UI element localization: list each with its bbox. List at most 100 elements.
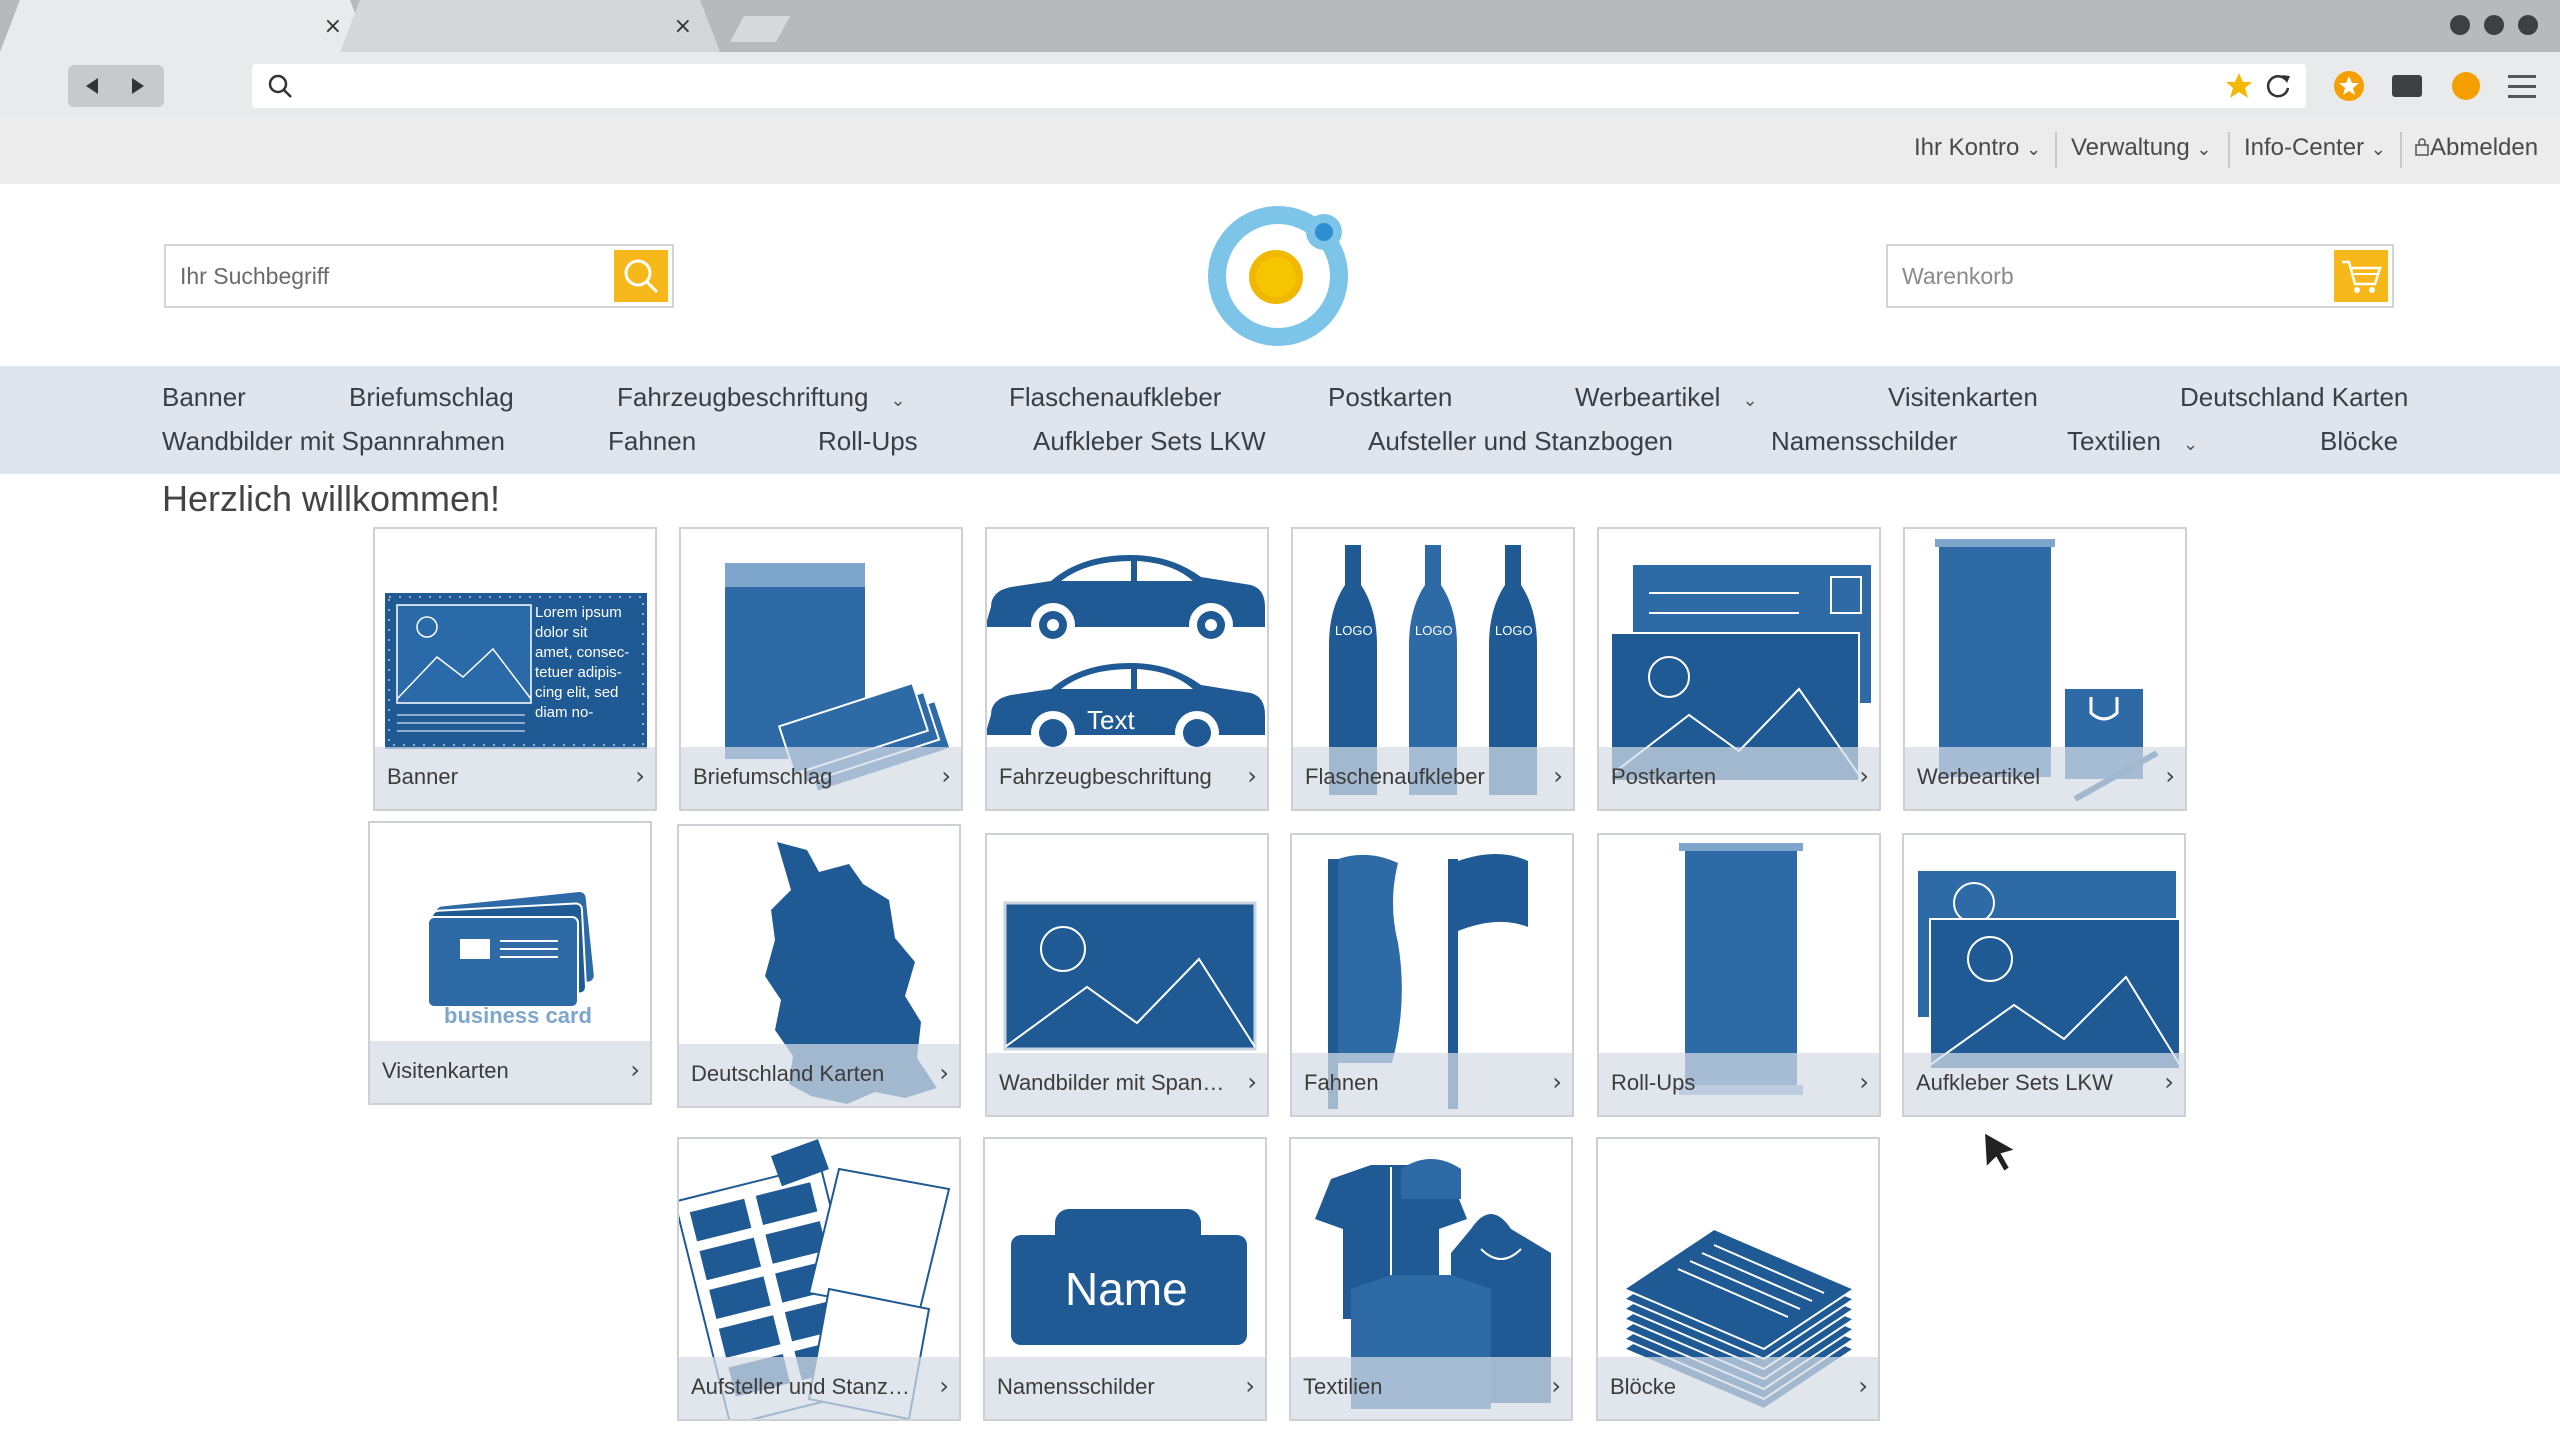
tile-flaschenaufkleber[interactable]: LOGO LOGO LOGO Flaschenaufkleber › xyxy=(1291,527,1575,811)
site-logo[interactable] xyxy=(1200,196,1360,356)
history-nav xyxy=(68,65,164,107)
lock-icon xyxy=(2415,138,2429,156)
svg-text:diam no-: diam no- xyxy=(535,704,593,721)
chevron-right-icon: › xyxy=(1552,1068,1562,1096)
nav-namensschilder[interactable]: Namensschilder xyxy=(1771,426,1957,457)
menu-ihr-kontro[interactable]: Ihr Kontro ⌄ xyxy=(1914,134,2041,162)
menu-icon[interactable] xyxy=(2508,73,2536,99)
nav-aufsteller-stanzbogen[interactable]: Aufsteller und Stanzbogen xyxy=(1368,426,1673,457)
search-button[interactable] xyxy=(614,250,668,302)
chevron-right-icon: › xyxy=(630,1056,640,1084)
tile-briefumschlag[interactable]: Briefumschlag › xyxy=(679,527,963,811)
svg-text:Text: Text xyxy=(1087,705,1135,735)
tile-postkarten[interactable]: Postkarten › xyxy=(1597,527,1881,811)
chevron-right-icon: › xyxy=(939,1059,949,1087)
tile-roll-ups[interactable]: Roll-Ups › xyxy=(1597,833,1881,1117)
tile-caption: Aufsteller und Stanzbogen› xyxy=(679,1357,959,1419)
svg-text:LOGO: LOGO xyxy=(1335,623,1373,638)
cart-field[interactable]: Warenkorb xyxy=(1886,244,2394,308)
tile-wandbilder[interactable]: Wandbilder mit Spannrahmen› xyxy=(985,833,1269,1117)
tile-caption: Banner › xyxy=(375,747,655,809)
tile-caption: Briefumschlag › xyxy=(681,747,961,809)
close-tab-icon[interactable]: × xyxy=(324,14,342,39)
nav-postkarten[interactable]: Postkarten xyxy=(1328,382,1452,413)
browser-tab-1[interactable]: × xyxy=(0,0,370,52)
menu-info-center[interactable]: Info-Center ⌄ xyxy=(2244,134,2386,162)
window-dot-icon[interactable] xyxy=(2484,15,2504,35)
address-bar[interactable] xyxy=(252,64,2306,108)
cart-button[interactable] xyxy=(2334,250,2388,302)
tile-aufkleber-sets-lkw[interactable]: Aufkleber Sets LKW › xyxy=(1902,833,2186,1117)
extension-orange-icon[interactable] xyxy=(2452,72,2480,100)
chevron-right-icon: › xyxy=(1553,762,1563,790)
chevron-right-icon: › xyxy=(1247,1068,1257,1096)
tile-caption: Blöcke › xyxy=(1598,1357,1878,1419)
tile-textilien[interactable]: Textilien › xyxy=(1289,1137,1573,1421)
chevron-right-icon: › xyxy=(1245,1372,1255,1400)
svg-text:tetuer adipis-: tetuer adipis- xyxy=(535,664,622,681)
bookmark-star-icon[interactable] xyxy=(2224,71,2254,101)
nav-wandbilder[interactable]: Wandbilder mit Spannrahmen xyxy=(162,426,505,457)
nav-fahnen[interactable]: Fahnen xyxy=(608,426,696,457)
chevron-right-icon: › xyxy=(635,762,645,790)
window-dot-icon[interactable] xyxy=(2518,15,2538,35)
chevron-right-icon: › xyxy=(1859,1068,1869,1096)
nav-deutschland-karten[interactable]: Deutschland Karten xyxy=(2180,382,2408,413)
chevron-right-icon: › xyxy=(941,762,951,790)
chevron-right-icon: › xyxy=(1859,762,1869,790)
search-input[interactable]: Ihr Suchbegriff xyxy=(164,244,674,308)
tile-fahnen[interactable]: Fahnen › xyxy=(1290,833,1574,1117)
menu-verwaltung[interactable]: Verwaltung ⌄ xyxy=(2071,134,2212,162)
svg-text:Name: Name xyxy=(1065,1263,1188,1315)
nav-banner[interactable]: Banner xyxy=(162,382,246,413)
tile-bloecke[interactable]: Blöcke › xyxy=(1596,1137,1880,1421)
cart-icon xyxy=(2342,260,2382,293)
svg-text:LOGO: LOGO xyxy=(1495,623,1533,638)
search-icon xyxy=(268,74,292,98)
extension-card-icon[interactable] xyxy=(2392,75,2422,97)
tile-caption: Roll-Ups › xyxy=(1599,1053,1879,1115)
svg-text:LOGO: LOGO xyxy=(1415,623,1453,638)
tile-banner[interactable]: Lorem ipsum dolor sit amet, consec- tetu… xyxy=(373,527,657,811)
nav-textilien[interactable]: Textilien ⌄ xyxy=(2067,426,2198,457)
divider xyxy=(2055,132,2057,168)
tile-caption: Namensschilder › xyxy=(985,1357,1265,1419)
tile-fahrzeugbeschriftung[interactable]: Text Fahrzeugbeschriftung › xyxy=(985,527,1269,811)
chevron-right-icon: › xyxy=(939,1372,949,1400)
browser-tab-2[interactable]: × xyxy=(340,0,720,52)
chevron-right-icon: › xyxy=(1551,1372,1561,1400)
tile-namensschilder[interactable]: Name Namensschilder › xyxy=(983,1137,1267,1421)
nav-briefumschlag[interactable]: Briefumschlag xyxy=(349,382,514,413)
tile-deutschland-karten[interactable]: Deutschland Karten › xyxy=(677,824,961,1108)
reload-icon[interactable] xyxy=(2264,72,2292,100)
menu-abmelden[interactable]: Abmelden xyxy=(2414,134,2538,162)
nav-bloecke[interactable]: Blöcke xyxy=(2320,426,2398,457)
tile-caption: Aufkleber Sets LKW › xyxy=(1904,1053,2184,1115)
window-dot-icon[interactable] xyxy=(2450,15,2470,35)
nav-aufkleber-sets-lkw[interactable]: Aufkleber Sets LKW xyxy=(1033,426,1266,457)
forward-icon[interactable] xyxy=(132,78,144,94)
extension-star-icon[interactable] xyxy=(2333,70,2365,102)
tile-caption: Textilien › xyxy=(1291,1357,1571,1419)
chevron-right-icon: › xyxy=(2164,1068,2174,1096)
tile-caption: Werbeartikel › xyxy=(1905,747,2185,809)
tile-caption: Postkarten › xyxy=(1599,747,1879,809)
close-tab-icon[interactable]: × xyxy=(674,14,692,39)
back-icon[interactable] xyxy=(86,78,98,94)
tile-caption: Visitenkarten › xyxy=(370,1041,650,1103)
tile-werbeartikel[interactable]: Werbeartikel › xyxy=(1903,527,2187,811)
nav-fahrzeugbeschriftung[interactable]: Fahrzeugbeschriftung ⌄ xyxy=(617,382,906,413)
nav-flaschenaufkleber[interactable]: Flaschenaufkleber xyxy=(1009,382,1221,413)
tile-caption: Fahnen › xyxy=(1292,1053,1572,1115)
tile-caption: Fahrzeugbeschriftung › xyxy=(987,747,1267,809)
tile-aufsteller-stanzbogen[interactable]: Aufsteller und Stanzbogen› xyxy=(677,1137,961,1421)
nav-visitenkarten[interactable]: Visitenkarten xyxy=(1888,382,2038,413)
nav-roll-ups[interactable]: Roll-Ups xyxy=(818,426,918,457)
tile-caption: Wandbilder mit Spannrahmen› xyxy=(987,1053,1267,1115)
nav-werbeartikel[interactable]: Werbeartikel ⌄ xyxy=(1575,382,1758,413)
tile-visitenkarten[interactable]: business card Visitenkarten › xyxy=(368,821,652,1105)
svg-text:cing elit, sed: cing elit, sed xyxy=(535,684,618,701)
divider xyxy=(2400,132,2402,168)
tile-caption: Flaschenaufkleber › xyxy=(1293,747,1573,809)
search-icon xyxy=(624,259,659,294)
